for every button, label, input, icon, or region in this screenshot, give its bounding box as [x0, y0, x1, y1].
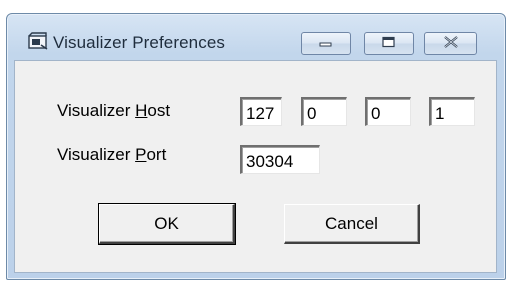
- preferences-dialog: Visualizer Preferences Visualizer Host V…: [6, 13, 506, 280]
- host-octet-3-field[interactable]: [365, 97, 411, 126]
- window-title: Visualizer Preferences: [53, 33, 225, 52]
- host-octet-1-field[interactable]: [240, 97, 282, 126]
- app-window-icon: [28, 32, 50, 50]
- cancel-button[interactable]: Cancel: [284, 204, 420, 244]
- close-icon: [442, 35, 460, 53]
- minimize-button[interactable]: [301, 32, 351, 55]
- host-octet-4-field[interactable]: [429, 97, 475, 126]
- dialog-client-area: Visualizer Host Visualizer Port OK Cance…: [14, 60, 497, 273]
- maximize-icon: [381, 35, 397, 53]
- host-octet-2-field[interactable]: [301, 97, 347, 126]
- host-label: Visualizer Host: [57, 101, 171, 120]
- port-label: Visualizer Port: [57, 145, 167, 164]
- ok-button[interactable]: OK: [98, 203, 236, 245]
- minimize-icon: [318, 35, 334, 53]
- port-field[interactable]: [240, 145, 320, 174]
- maximize-button[interactable]: [364, 32, 414, 55]
- close-button[interactable]: [424, 32, 477, 55]
- title-bar[interactable]: Visualizer Preferences: [7, 14, 505, 55]
